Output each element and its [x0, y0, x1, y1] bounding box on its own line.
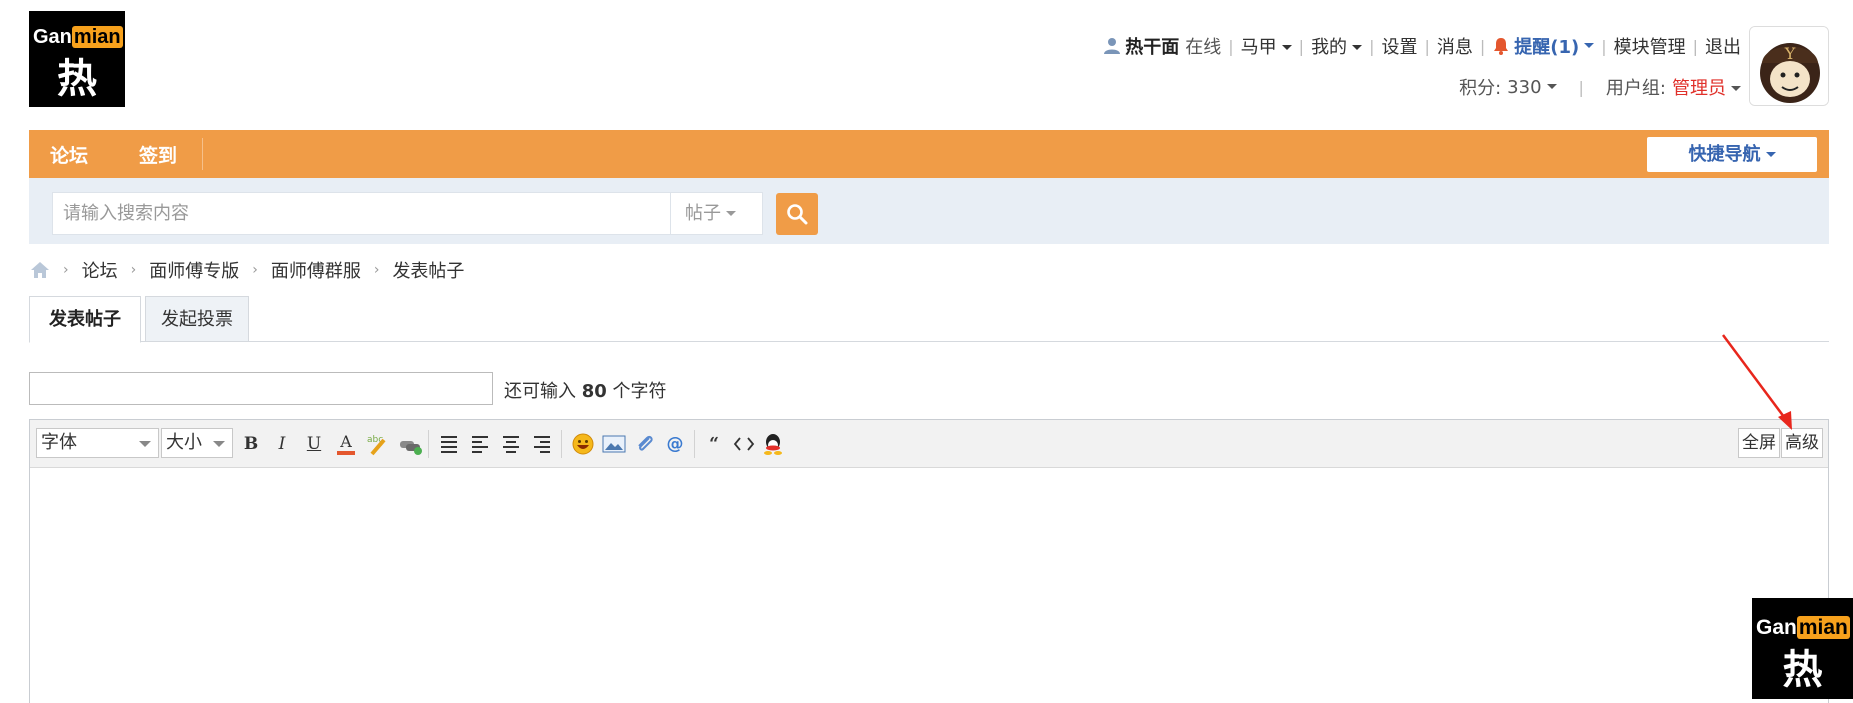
nav-item-forum[interactable]: 论坛: [50, 141, 88, 168]
align-right-icon[interactable]: [530, 432, 554, 456]
chevron-down-icon: [1281, 44, 1292, 50]
breadcrumb-current: 发表帖子: [392, 261, 465, 282]
search-box: 帖子: [52, 192, 763, 235]
nav-item-checkin[interactable]: 签到: [139, 141, 177, 168]
avatar-image: Y: [1750, 27, 1828, 105]
bold-icon[interactable]: B: [239, 432, 263, 456]
fullscreen-button[interactable]: 全屏: [1738, 428, 1780, 458]
group-label: 用户组:: [1605, 78, 1666, 99]
bell-icon: [1494, 38, 1509, 55]
qq-icon[interactable]: [761, 432, 785, 456]
svg-text:A: A: [339, 432, 352, 451]
mention-icon[interactable]: @: [663, 432, 687, 456]
editor-content-area[interactable]: [30, 468, 1828, 703]
highlight-icon[interactable]: abc: [366, 432, 390, 456]
quick-nav-button[interactable]: 快捷导航: [1647, 137, 1817, 172]
remaining-chars: 还可输入 80 个字符: [504, 381, 667, 402]
tab-new-post[interactable]: 发表帖子: [29, 296, 141, 343]
points-label: 积分:: [1459, 78, 1502, 99]
emoji-icon[interactable]: [571, 432, 595, 456]
home-icon[interactable]: [30, 261, 50, 279]
image-icon[interactable]: [602, 432, 626, 456]
annotation-arrow: [1721, 334, 1792, 430]
subject-input[interactable]: [29, 372, 493, 405]
code-icon[interactable]: [732, 432, 756, 456]
post-tabs: 发表帖子 发起投票: [29, 296, 1829, 343]
remind-menu[interactable]: 提醒(1): [1492, 33, 1595, 59]
post-editor: 字体 大小 B I U A abc @ “ 全屏 高级: [29, 419, 1829, 703]
avatar[interactable]: Y: [1749, 26, 1829, 106]
tab-new-poll[interactable]: 发起投票: [145, 296, 249, 342]
search-icon: [787, 204, 808, 225]
site-logo[interactable]: Gan mian 热: [29, 11, 125, 107]
breadcrumb: › 论坛 › 面师傅专版 › 面师傅群服 › 发表帖子: [30, 257, 464, 283]
chevron-down-icon: [1765, 151, 1776, 157]
settings-link[interactable]: 设置: [1381, 33, 1417, 59]
chevron-down-icon: [213, 441, 225, 447]
username-link[interactable]: 热干面: [1103, 33, 1179, 59]
online-status: 在线: [1185, 37, 1222, 58]
logout-link[interactable]: 退出: [1705, 33, 1741, 59]
logo-text: Gan mian: [33, 26, 123, 48]
font-select[interactable]: 字体: [36, 428, 159, 458]
search-bar: 帖子: [29, 178, 1829, 244]
font-color-icon[interactable]: A: [334, 432, 358, 456]
main-nav: 论坛 签到 快捷导航: [29, 130, 1829, 178]
search-input[interactable]: [53, 193, 670, 234]
search-type-select[interactable]: 帖子: [670, 193, 762, 234]
user-icon: [1104, 38, 1121, 54]
underline-icon[interactable]: U: [302, 432, 326, 456]
chevron-down-icon: [139, 441, 151, 447]
breadcrumb-board[interactable]: 面师傅群服: [271, 257, 361, 283]
attachment-icon[interactable]: [633, 432, 657, 456]
size-select[interactable]: 大小: [161, 428, 233, 458]
user-bar: 热干面 在线 | 马甲 | 我的 | 设置 | 消息 | 提醒(1) | 模块管…: [1103, 33, 1741, 59]
user-stats: 积分: 330 | 用户组: 管理员: [1459, 74, 1741, 100]
link-icon[interactable]: [398, 432, 422, 456]
breadcrumb-section[interactable]: 面师傅专版: [149, 257, 239, 283]
italic-icon[interactable]: I: [270, 432, 294, 456]
align-left-icon[interactable]: [468, 432, 492, 456]
watermark-text: Ganmian: [1756, 616, 1850, 639]
chevron-down-icon: [726, 210, 736, 216]
logo-char: 热: [57, 55, 97, 102]
group-menu[interactable]: 管理员: [1672, 74, 1741, 100]
breadcrumb-forum[interactable]: 论坛: [82, 257, 118, 283]
messages-link[interactable]: 消息: [1437, 33, 1473, 59]
nav-divider: [202, 138, 203, 170]
advanced-button[interactable]: 高级: [1781, 428, 1823, 458]
chevron-down-icon: [1731, 85, 1741, 91]
search-button[interactable]: [776, 193, 818, 235]
chevron-down-icon: [1352, 44, 1363, 50]
svg-text:Y: Y: [1784, 44, 1796, 63]
justify-icon[interactable]: [437, 432, 461, 456]
points-menu[interactable]: 330: [1507, 77, 1557, 98]
my-menu[interactable]: 我的: [1311, 33, 1363, 59]
chevron-down-icon: [1584, 42, 1595, 48]
quote-icon[interactable]: “: [702, 432, 726, 456]
module-manage-link[interactable]: 模块管理: [1614, 33, 1686, 59]
watermark-logo: Ganmian 热: [1752, 598, 1853, 699]
align-center-icon[interactable]: [499, 432, 523, 456]
watermark-char: 热: [1782, 646, 1823, 693]
chevron-down-icon: [1546, 84, 1557, 89]
vest-menu[interactable]: 马甲: [1241, 33, 1292, 59]
editor-toolbar: 字体 大小 B I U A abc @ “ 全屏 高级: [30, 420, 1828, 468]
